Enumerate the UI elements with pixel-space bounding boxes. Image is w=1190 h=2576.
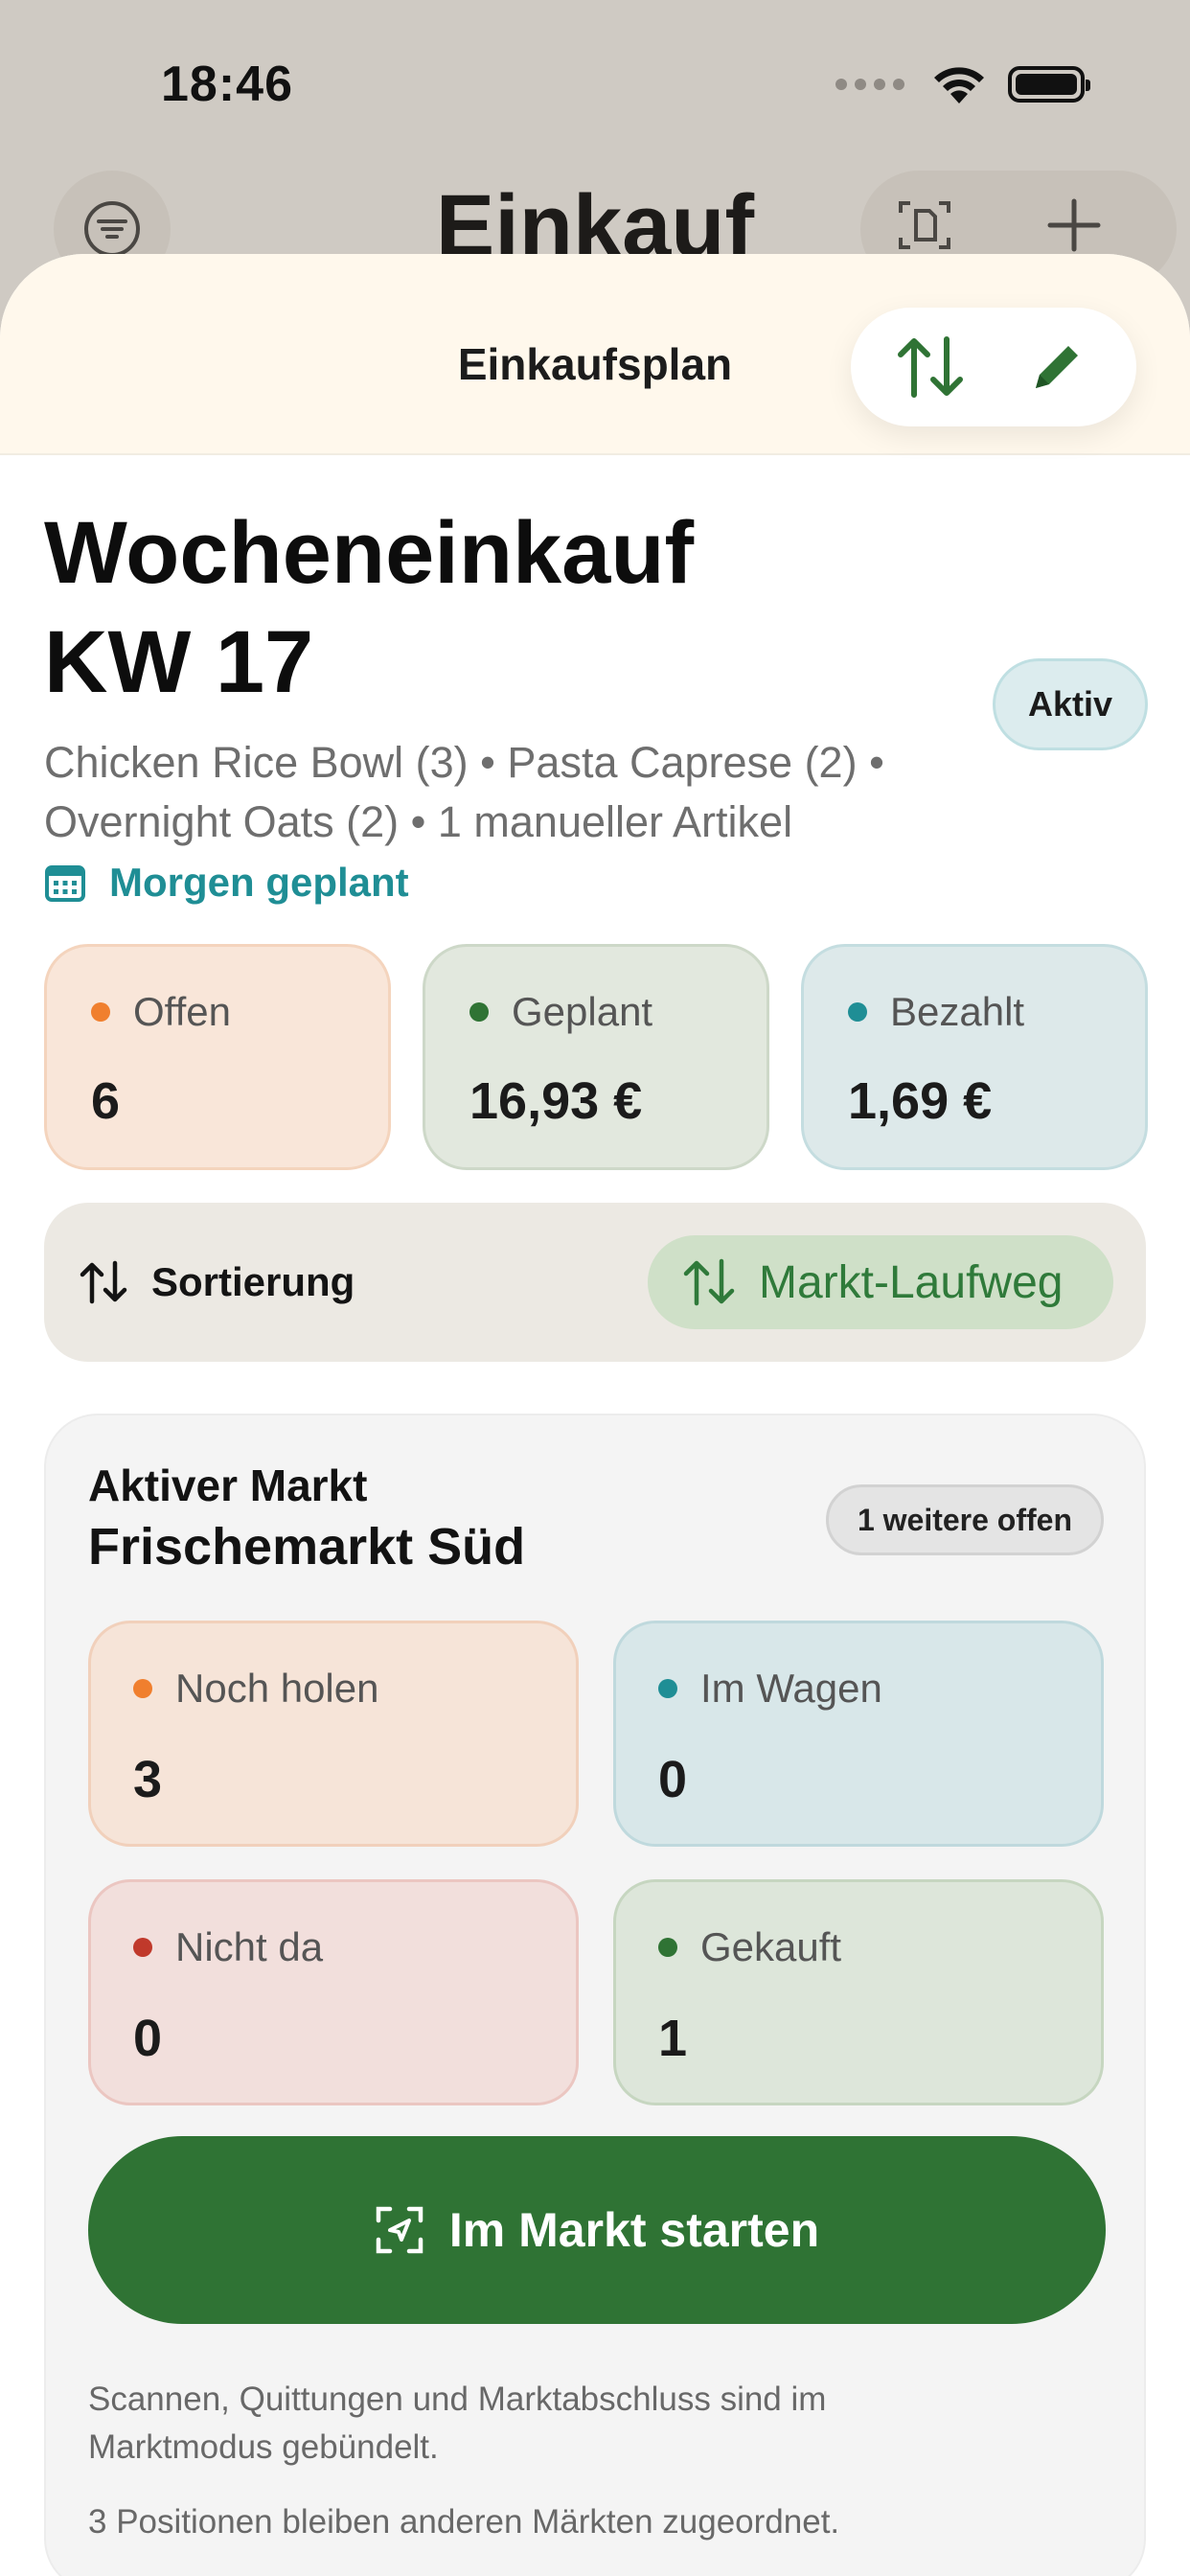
schedule-date[interactable]: Morgen geplant xyxy=(44,860,409,906)
to-get-dot-icon xyxy=(133,1679,152,1698)
stat-card-open: Offen 6 xyxy=(44,944,391,1170)
pencil-icon xyxy=(1035,346,1078,388)
stat-label: Geplant xyxy=(512,989,653,1034)
status-badge: Aktiv xyxy=(993,658,1148,750)
market-stat-bought: Gekauft 1 xyxy=(613,1879,1104,2105)
sort-row: Sortierung Markt-Laufweg xyxy=(44,1203,1146,1362)
status-time: 18:46 xyxy=(161,57,293,112)
sort-arrows-icon xyxy=(897,336,963,398)
sort-arrows-icon xyxy=(80,1260,127,1304)
shopping-plan-sheet: Einkaufsplan Wocheneinkauf KW 17 Aktiv C… xyxy=(0,254,1190,2576)
market-stat-to-get: Noch holen 3 xyxy=(88,1621,579,1847)
paid-dot-icon xyxy=(848,1002,867,1022)
sort-arrows-icon xyxy=(683,1258,735,1306)
market-stat-in-cart: Im Wagen 0 xyxy=(613,1621,1104,1847)
schedule-label: Morgen geplant xyxy=(109,860,409,905)
calendar-icon xyxy=(45,865,85,902)
scan-location-icon xyxy=(376,2206,423,2254)
stat-label: Noch holen xyxy=(175,1666,379,1711)
stat-card-paid: Bezahlt 1,69 € xyxy=(801,944,1148,1170)
stat-value: 0 xyxy=(133,2010,163,2067)
stat-card-planned: Geplant 16,93 € xyxy=(423,944,769,1170)
battery-icon xyxy=(1008,66,1090,103)
wifi-icon xyxy=(934,67,984,104)
plan-summary: Chicken Rice Bowl (3) • Pasta Caprese (2… xyxy=(44,738,884,846)
stat-label: Nicht da xyxy=(175,1924,324,1969)
plan-title: Wocheneinkauf KW 17 xyxy=(44,504,695,711)
start-button-label: Im Markt starten xyxy=(448,2203,820,2257)
scan-document-icon[interactable] xyxy=(895,196,954,255)
stat-value: 3 xyxy=(133,1751,163,1808)
status-icons xyxy=(835,63,1090,105)
stat-label: Im Wagen xyxy=(700,1666,882,1711)
stat-label: Offen xyxy=(133,989,231,1034)
stat-label: Bezahlt xyxy=(890,989,1025,1034)
market-kicker: Aktiver Markt xyxy=(88,1460,368,1510)
in-cart-dot-icon xyxy=(658,1679,677,1698)
planned-dot-icon xyxy=(469,1002,489,1022)
sheet-header: Einkaufsplan xyxy=(0,254,1190,455)
stat-value: 0 xyxy=(658,1751,688,1808)
sort-button[interactable] xyxy=(893,329,970,405)
plus-icon[interactable] xyxy=(1044,196,1104,255)
stat-value: 6 xyxy=(91,1072,121,1130)
stat-value: 1 xyxy=(658,2010,688,2067)
sort-label: Sortierung xyxy=(151,1259,355,1304)
cellular-icon xyxy=(835,79,904,90)
sort-mode-button[interactable]: Markt-Laufweg xyxy=(648,1235,1113,1329)
header-actions xyxy=(851,308,1136,426)
stat-label: Gekauft xyxy=(700,1924,842,1969)
active-market-card: Aktiver Markt Frischemarkt Süd 1 weitere… xyxy=(44,1414,1146,2576)
stat-value: 1,69 € xyxy=(848,1072,993,1130)
stat-value: 16,93 € xyxy=(469,1072,643,1130)
missing-dot-icon xyxy=(133,1938,152,1957)
market-name: Frischemarkt Süd xyxy=(88,1518,526,1576)
open-dot-icon xyxy=(91,1002,110,1022)
bought-dot-icon xyxy=(658,1938,677,1957)
market-mode-note: Scannen, Quittungen und Marktabschluss s… xyxy=(88,2380,827,2466)
start-market-mode-button[interactable]: Im Markt starten xyxy=(88,2136,1106,2324)
status-bar: 18:46 xyxy=(0,0,1190,172)
other-markets-note: 3 Positionen bleiben anderen Märkten zug… xyxy=(88,2503,840,2541)
market-stat-missing: Nicht da 0 xyxy=(88,1879,579,2105)
other-markets-badge[interactable]: 1 weitere offen xyxy=(825,1484,1104,1555)
sort-mode-label: Markt-Laufweg xyxy=(759,1256,1064,1308)
edit-button[interactable] xyxy=(1018,329,1095,405)
